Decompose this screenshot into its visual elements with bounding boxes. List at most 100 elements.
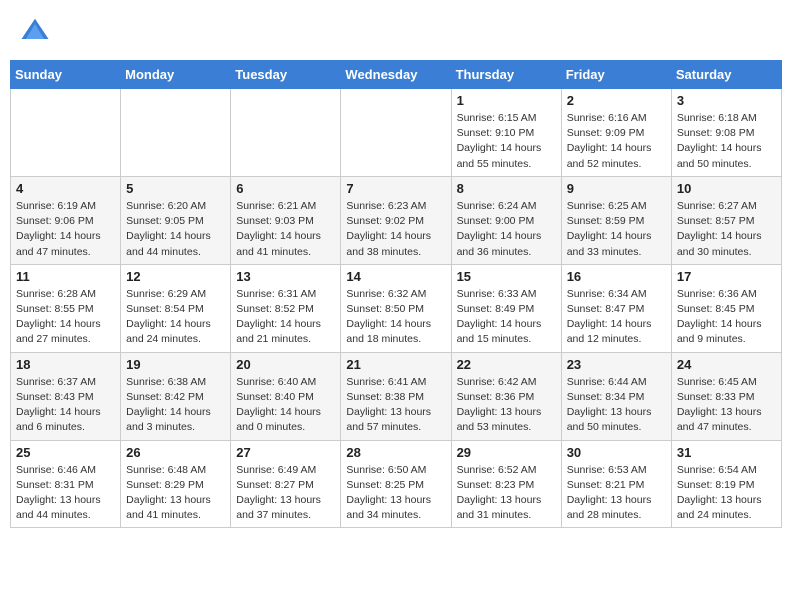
day-info: Sunrise: 6:19 AMSunset: 9:06 PMDaylight:… <box>16 199 115 260</box>
calendar-cell: 13 Sunrise: 6:31 AMSunset: 8:52 PMDayligh… <box>231 264 341 352</box>
calendar-header-saturday: Saturday <box>671 61 781 89</box>
day-info: Sunrise: 6:53 AMSunset: 8:21 PMDaylight:… <box>567 463 666 524</box>
day-number: 4 <box>16 181 115 196</box>
day-number: 14 <box>346 269 445 284</box>
day-info: Sunrise: 6:21 AMSunset: 9:03 PMDaylight:… <box>236 199 335 260</box>
day-number: 18 <box>16 357 115 372</box>
day-info: Sunrise: 6:52 AMSunset: 8:23 PMDaylight:… <box>457 463 556 524</box>
calendar-cell: 3Sunrise: 6:18 AMSunset: 9:08 PMDaylight… <box>671 89 781 177</box>
calendar-cell: 24 Sunrise: 6:45 AMSunset: 8:33 PMDayligh… <box>671 352 781 440</box>
calendar-cell: 18 Sunrise: 6:37 AMSunset: 8:43 PMDayligh… <box>11 352 121 440</box>
day-info: Sunrise: 6:24 AMSunset: 9:00 PMDaylight:… <box>457 199 556 260</box>
calendar-header-row: SundayMondayTuesdayWednesdayThursdayFrid… <box>11 61 782 89</box>
calendar-cell <box>121 89 231 177</box>
day-number: 13 <box>236 269 335 284</box>
calendar-header-wednesday: Wednesday <box>341 61 451 89</box>
calendar-cell: 28 Sunrise: 6:50 AMSunset: 8:25 PMDayligh… <box>341 440 451 528</box>
calendar-cell: 4 Sunrise: 6:19 AMSunset: 9:06 PMDaylight… <box>11 176 121 264</box>
day-number: 30 <box>567 445 666 460</box>
day-number: 16 <box>567 269 666 284</box>
calendar-cell <box>231 89 341 177</box>
day-number: 11 <box>16 269 115 284</box>
calendar-cell: 15Sunrise: 6:33 AMSunset: 8:49 PMDayligh… <box>451 264 561 352</box>
calendar-week-row: 4 Sunrise: 6:19 AMSunset: 9:06 PMDaylight… <box>11 176 782 264</box>
day-number: 3 <box>677 93 776 108</box>
calendar-week-row: 18 Sunrise: 6:37 AMSunset: 8:43 PMDayligh… <box>11 352 782 440</box>
calendar-cell: 30 Sunrise: 6:53 AMSunset: 8:21 PMDayligh… <box>561 440 671 528</box>
calendar-cell: 27 Sunrise: 6:49 AMSunset: 8:27 PMDayligh… <box>231 440 341 528</box>
day-info: Sunrise: 6:54 AMSunset: 8:19 PMDaylight:… <box>677 463 776 524</box>
day-info: Sunrise: 6:41 AMSunset: 8:38 PMDaylight:… <box>346 375 445 436</box>
day-number: 20 <box>236 357 335 372</box>
day-info: Sunrise: 6:40 AMSunset: 8:40 PMDaylight:… <box>236 375 335 436</box>
calendar-week-row: 11 Sunrise: 6:28 AMSunset: 8:55 PMDayligh… <box>11 264 782 352</box>
day-number: 17 <box>677 269 776 284</box>
calendar-cell: 25Sunrise: 6:46 AMSunset: 8:31 PMDayligh… <box>11 440 121 528</box>
day-info: Sunrise: 6:20 AMSunset: 9:05 PMDaylight:… <box>126 199 225 260</box>
day-info: Sunrise: 6:32 AMSunset: 8:50 PMDaylight:… <box>346 287 445 348</box>
calendar-cell: 31 Sunrise: 6:54 AMSunset: 8:19 PMDayligh… <box>671 440 781 528</box>
calendar-cell: 11 Sunrise: 6:28 AMSunset: 8:55 PMDayligh… <box>11 264 121 352</box>
day-info: Sunrise: 6:27 AMSunset: 8:57 PMDaylight:… <box>677 199 776 260</box>
day-number: 25 <box>16 445 115 460</box>
day-number: 22 <box>457 357 556 372</box>
day-number: 23 <box>567 357 666 372</box>
day-number: 19 <box>126 357 225 372</box>
calendar-cell <box>341 89 451 177</box>
calendar-cell: 16 Sunrise: 6:34 AMSunset: 8:47 PMDayligh… <box>561 264 671 352</box>
day-info: Sunrise: 6:48 AMSunset: 8:29 PMDaylight:… <box>126 463 225 524</box>
calendar-week-row: 25Sunrise: 6:46 AMSunset: 8:31 PMDayligh… <box>11 440 782 528</box>
day-info: Sunrise: 6:37 AMSunset: 8:43 PMDaylight:… <box>16 375 115 436</box>
calendar-cell: 12Sunrise: 6:29 AMSunset: 8:54 PMDayligh… <box>121 264 231 352</box>
day-info: Sunrise: 6:49 AMSunset: 8:27 PMDaylight:… <box>236 463 335 524</box>
calendar-header-sunday: Sunday <box>11 61 121 89</box>
calendar-cell: 26 Sunrise: 6:48 AMSunset: 8:29 PMDayligh… <box>121 440 231 528</box>
day-info: Sunrise: 6:29 AMSunset: 8:54 PMDaylight:… <box>126 287 225 348</box>
day-number: 7 <box>346 181 445 196</box>
day-number: 15 <box>457 269 556 284</box>
day-number: 1 <box>457 93 556 108</box>
logo-icon <box>20 15 50 45</box>
day-number: 10 <box>677 181 776 196</box>
day-info: Sunrise: 6:28 AMSunset: 8:55 PMDaylight:… <box>16 287 115 348</box>
logo <box>20 15 52 45</box>
day-number: 8 <box>457 181 556 196</box>
day-info: Sunrise: 6:50 AMSunset: 8:25 PMDaylight:… <box>346 463 445 524</box>
day-info: Sunrise: 6:16 AMSunset: 9:09 PMDaylight:… <box>567 111 666 172</box>
day-number: 28 <box>346 445 445 460</box>
day-info: Sunrise: 6:45 AMSunset: 8:33 PMDaylight:… <box>677 375 776 436</box>
day-number: 21 <box>346 357 445 372</box>
day-number: 27 <box>236 445 335 460</box>
day-info: Sunrise: 6:42 AMSunset: 8:36 PMDaylight:… <box>457 375 556 436</box>
day-info: Sunrise: 6:25 AMSunset: 8:59 PMDaylight:… <box>567 199 666 260</box>
day-info: Sunrise: 6:44 AMSunset: 8:34 PMDaylight:… <box>567 375 666 436</box>
day-number: 6 <box>236 181 335 196</box>
calendar-week-row: 1 Sunrise: 6:15 AMSunset: 9:10 PMDaylight… <box>11 89 782 177</box>
day-number: 24 <box>677 357 776 372</box>
day-info: Sunrise: 6:34 AMSunset: 8:47 PMDaylight:… <box>567 287 666 348</box>
calendar-header-tuesday: Tuesday <box>231 61 341 89</box>
day-info: Sunrise: 6:23 AMSunset: 9:02 PMDaylight:… <box>346 199 445 260</box>
day-info: Sunrise: 6:15 AMSunset: 9:10 PMDaylight:… <box>457 111 556 172</box>
calendar-header-friday: Friday <box>561 61 671 89</box>
calendar-header-monday: Monday <box>121 61 231 89</box>
calendar-cell: 2 Sunrise: 6:16 AMSunset: 9:09 PMDaylight… <box>561 89 671 177</box>
day-info: Sunrise: 6:38 AMSunset: 8:42 PMDaylight:… <box>126 375 225 436</box>
calendar-cell <box>11 89 121 177</box>
calendar-cell: 10 Sunrise: 6:27 AMSunset: 8:57 PMDayligh… <box>671 176 781 264</box>
day-number: 31 <box>677 445 776 460</box>
day-number: 26 <box>126 445 225 460</box>
calendar-cell: 8 Sunrise: 6:24 AMSunset: 9:00 PMDaylight… <box>451 176 561 264</box>
calendar-cell: 7 Sunrise: 6:23 AMSunset: 9:02 PMDaylight… <box>341 176 451 264</box>
day-info: Sunrise: 6:31 AMSunset: 8:52 PMDaylight:… <box>236 287 335 348</box>
calendar-cell: 9 Sunrise: 6:25 AMSunset: 8:59 PMDaylight… <box>561 176 671 264</box>
calendar-header-thursday: Thursday <box>451 61 561 89</box>
calendar-cell: 23 Sunrise: 6:44 AMSunset: 8:34 PMDayligh… <box>561 352 671 440</box>
day-number: 9 <box>567 181 666 196</box>
day-number: 2 <box>567 93 666 108</box>
calendar-cell: 21 Sunrise: 6:41 AMSunset: 8:38 PMDayligh… <box>341 352 451 440</box>
day-number: 5 <box>126 181 225 196</box>
calendar-cell: 14 Sunrise: 6:32 AMSunset: 8:50 PMDayligh… <box>341 264 451 352</box>
day-number: 29 <box>457 445 556 460</box>
calendar-table: SundayMondayTuesdayWednesdayThursdayFrid… <box>10 60 782 528</box>
